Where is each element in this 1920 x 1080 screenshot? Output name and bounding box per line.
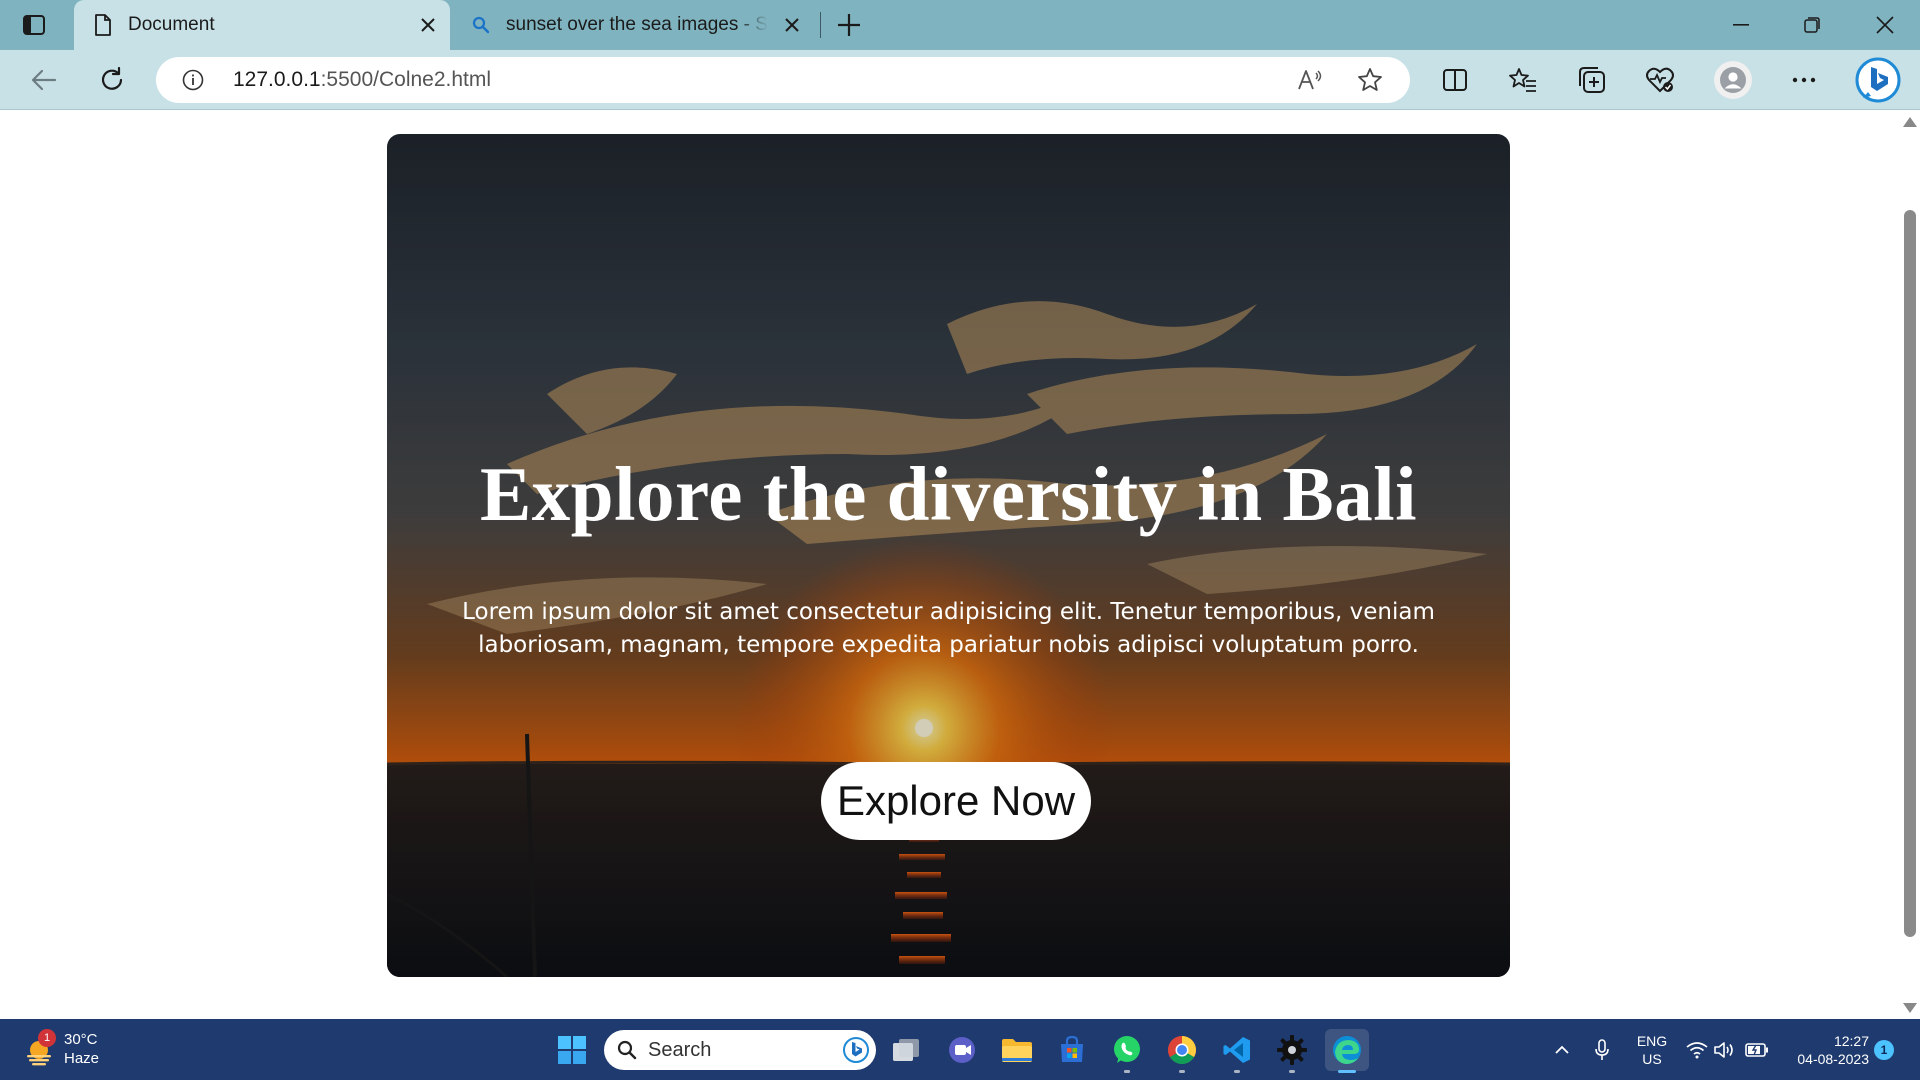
favorites-icon[interactable] xyxy=(1505,63,1541,97)
tab-title: Document xyxy=(128,14,215,35)
keyboard-region: US xyxy=(1642,1050,1662,1067)
running-indicator xyxy=(1289,1070,1295,1073)
file-explorer-icon[interactable] xyxy=(995,1029,1039,1071)
language-indicator[interactable]: ENG US xyxy=(1630,1019,1674,1080)
address-bar[interactable]: 127.0.0.1:5500/Colne2.html xyxy=(156,57,1410,103)
notification-badge[interactable]: 1 xyxy=(1874,1040,1894,1060)
url-path: :5500/Colne2.html xyxy=(320,68,492,91)
more-icon[interactable] xyxy=(1786,63,1822,97)
language-code: ENG xyxy=(1636,1032,1668,1049)
scrollbar-thumb[interactable] xyxy=(1904,210,1916,937)
vscode-icon[interactable] xyxy=(1215,1029,1259,1073)
plus-icon[interactable] xyxy=(834,11,864,39)
taskbar: 1 30°C Haze Search ENG US 12:27 04-08-20… xyxy=(0,1019,1920,1080)
tab-document[interactable]: Document xyxy=(74,0,450,50)
taskbar-search[interactable]: Search xyxy=(604,1030,876,1070)
scroll-down-icon[interactable] xyxy=(1903,1003,1917,1013)
windows-start-icon[interactable] xyxy=(550,1029,594,1071)
running-indicator xyxy=(1234,1070,1240,1073)
page-viewport: Explore the diversity in Bali Lorem ipsu… xyxy=(0,111,1900,1019)
heart-pulse-icon[interactable] xyxy=(1642,63,1678,97)
url-host: 127.0.0.1 xyxy=(233,68,321,91)
search-icon xyxy=(616,1039,638,1061)
weather-widget[interactable]: 1 30°C Haze xyxy=(22,1029,132,1071)
split-screen-icon[interactable] xyxy=(1437,63,1473,97)
clock-time: 12:27 xyxy=(1833,1032,1869,1049)
search-label: Search xyxy=(648,1038,712,1061)
weather-condition: Haze xyxy=(64,1050,100,1067)
bing-icon xyxy=(843,1037,869,1063)
whatsapp-icon[interactable] xyxy=(1105,1029,1149,1073)
document-icon xyxy=(92,14,114,36)
tab-separator xyxy=(820,12,821,38)
tab-strip: Document sunset over the sea images - Se… xyxy=(0,0,1920,50)
chrome-icon[interactable] xyxy=(1160,1029,1204,1073)
read-aloud-icon[interactable] xyxy=(1296,67,1324,93)
url-text[interactable]: 127.0.0.1:5500/Colne2.html xyxy=(233,68,491,92)
clock-date: 04-08-2023 xyxy=(1797,1050,1869,1067)
profile-icon[interactable] xyxy=(1714,61,1752,99)
clock[interactable]: 12:27 04-08-2023 xyxy=(1780,1019,1870,1080)
microsoft-store-icon[interactable] xyxy=(1050,1029,1094,1071)
refresh-icon[interactable] xyxy=(94,63,130,97)
info-icon[interactable] xyxy=(182,69,204,91)
chevron-up-icon[interactable] xyxy=(1548,1019,1576,1080)
volume-icon[interactable] xyxy=(1712,1019,1738,1080)
wifi-icon[interactable] xyxy=(1684,1019,1710,1080)
close-icon[interactable] xyxy=(416,13,440,37)
hero-section: Explore the diversity in Bali Lorem ipsu… xyxy=(387,134,1510,977)
back-arrow-icon[interactable] xyxy=(26,63,62,97)
active-indicator xyxy=(1338,1070,1356,1073)
running-indicator xyxy=(1124,1070,1130,1073)
tab-actions-icon[interactable] xyxy=(20,12,48,38)
tab-title: sunset over the sea images - Search xyxy=(506,14,768,35)
task-view-icon[interactable] xyxy=(884,1029,928,1071)
minimize-icon[interactable] xyxy=(1706,0,1776,50)
edge-icon[interactable] xyxy=(1325,1029,1369,1073)
battery-icon[interactable] xyxy=(1742,1019,1772,1080)
tab-search-results[interactable]: sunset over the sea images - Search xyxy=(452,0,814,50)
close-icon[interactable] xyxy=(1850,0,1920,50)
hero-title: Explore the diversity in Bali xyxy=(479,451,1418,537)
bing-icon[interactable] xyxy=(1854,55,1902,105)
close-icon[interactable] xyxy=(780,13,804,37)
weather-badge: 1 xyxy=(38,1029,56,1047)
restore-icon[interactable] xyxy=(1777,0,1847,50)
weather-temp: 30°C xyxy=(64,1031,98,1048)
star-icon[interactable] xyxy=(1356,67,1384,93)
hero-description: Lorem ipsum dolor sit amet consectetur a… xyxy=(462,599,1435,658)
vertical-scrollbar[interactable] xyxy=(1900,111,1920,1019)
running-indicator xyxy=(1179,1070,1185,1073)
navigation-toolbar: 127.0.0.1:5500/Colne2.html xyxy=(0,50,1920,110)
microphone-icon[interactable] xyxy=(1588,1019,1616,1080)
teams-chat-icon[interactable] xyxy=(940,1029,984,1071)
scroll-up-icon[interactable] xyxy=(1903,117,1917,127)
settings-gear-icon[interactable] xyxy=(1270,1029,1314,1073)
collections-icon[interactable] xyxy=(1574,63,1610,97)
search-icon xyxy=(470,14,492,36)
hero-overlay xyxy=(387,134,1510,977)
explore-now-button[interactable]: Explore Now xyxy=(821,762,1091,840)
